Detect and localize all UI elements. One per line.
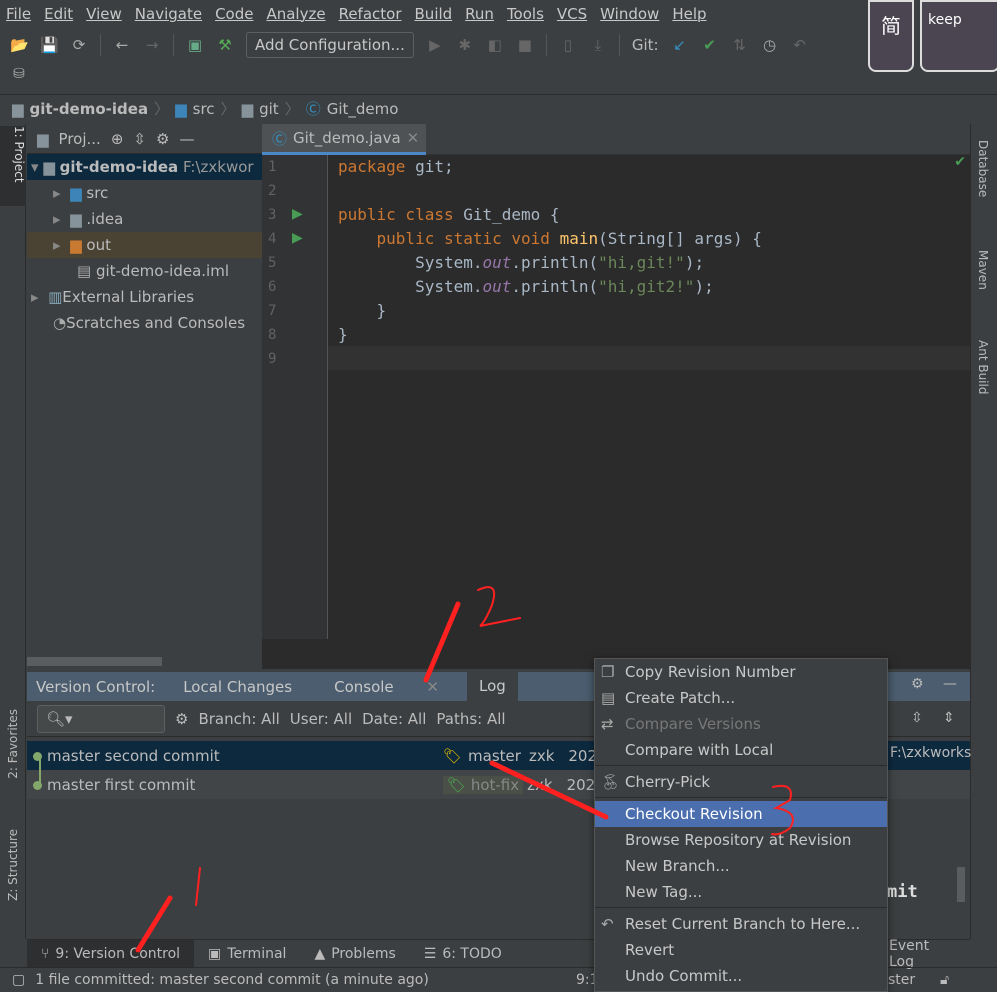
annotation-digit-2: [477, 586, 521, 627]
annotation-layer: [135, 586, 794, 953]
annotation-arrow-1: [135, 895, 173, 953]
annotation-digit-3: [771, 784, 794, 836]
annotation-digit-1: [195, 867, 201, 906]
annotation-arrow-2: [423, 601, 461, 683]
annotation-arrow-3: [489, 760, 609, 820]
